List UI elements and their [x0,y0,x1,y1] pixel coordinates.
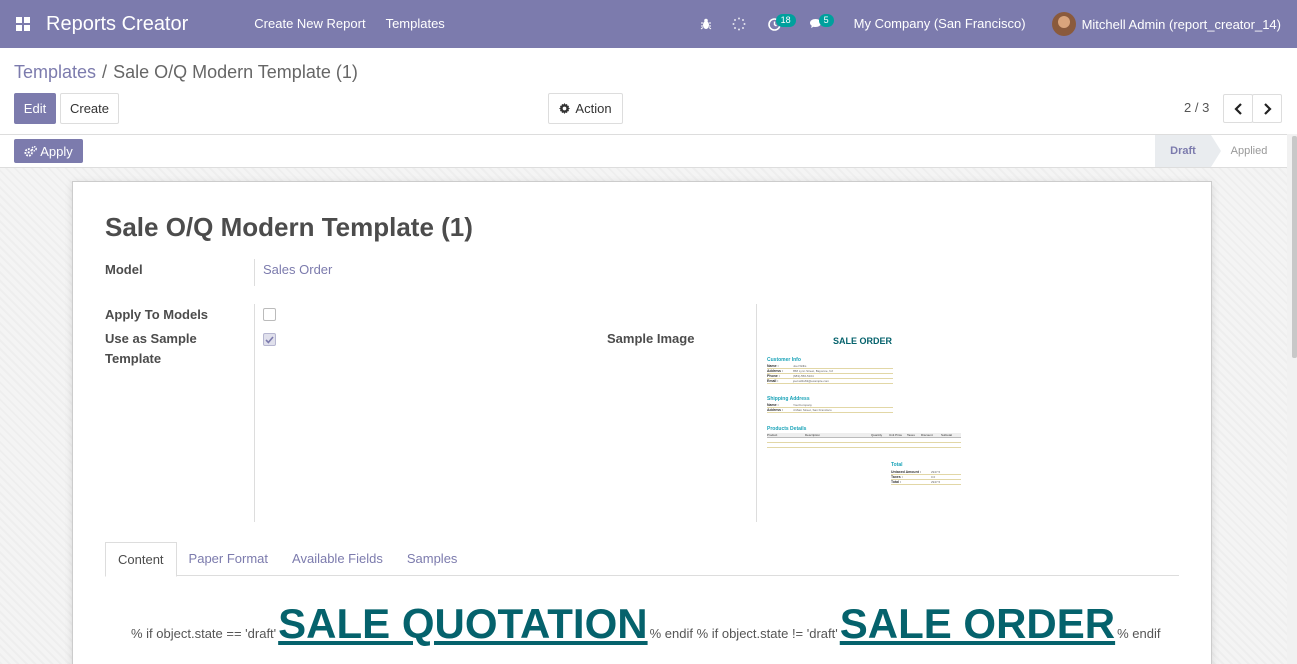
action-button[interactable]: Action [548,93,623,124]
model-label: Model [105,262,143,277]
breadcrumb-templates-link[interactable]: Templates [14,62,96,83]
sample-image[interactable]: SALE ORDER Customer Info Name : Joel Will… [765,332,965,492]
pager-next-button[interactable] [1252,94,1282,123]
row-value: 0.0 [931,475,936,479]
use-as-sample-template-label: Use as Sample Template [105,331,197,366]
sale-quotation-heading: SALE QUOTATION [278,600,648,647]
user-name: Mitchell Admin (report_creator_14) [1081,16,1281,32]
field-divider [254,259,255,286]
column-header: Discount [921,433,933,437]
company-switcher[interactable]: My Company (San Francisco) [842,0,1040,48]
template-code-text: % if object.state == 'draft' [131,626,277,641]
activity-count-badge: 18 [775,14,796,27]
column-header: Product [767,433,778,437]
row-key: Total : [891,480,902,484]
tab-content[interactable]: Content [105,542,177,577]
content-html-preview[interactable]: % if object.state == 'draft' SALE QUOTAT… [131,600,1160,648]
breadcrumb: Templates / Sale O/Q Modern Template (1) [14,62,358,83]
row-value: 2947.5 [931,470,941,474]
chevron-right-icon [1263,102,1272,115]
row-value: 4 Main Street, San Francisco [793,408,832,412]
column-header: Subtotal [941,433,953,437]
sample-totals: Total Untaxed Amount :2947.5 Taxes :0.0 … [891,462,961,485]
record-title: Sale O/Q Modern Template (1) [105,212,473,242]
breadcrumb-current: Sale O/Q Modern Template (1) [113,62,358,82]
apply-button-label: Apply [40,143,73,159]
menu-create-new-report[interactable]: Create New Report [244,0,375,48]
row-value: YourCompany [793,403,812,407]
gear-icon [559,103,571,114]
loading-spinner-icon [720,0,758,48]
row-key: Name : [767,364,779,368]
form-statusbar: Apply Draft Applied [0,135,1287,168]
user-menu[interactable]: Mitchell Admin (report_creator_14) [1040,12,1297,36]
message-count-badge: 5 [818,14,834,27]
apply-to-models-checkbox[interactable] [263,308,276,321]
debug-bug-icon[interactable] [692,0,720,48]
column-header: Unit Price [889,433,903,437]
sample-customer-heading: Customer Info [767,357,801,363]
row-key: Name : [767,403,779,407]
row-value: Joel Willis [793,364,807,368]
template-code-text: % endif % if object.state != 'draft' [649,626,838,641]
menu-templates[interactable]: Templates [376,0,455,48]
edit-button[interactable]: Edit [14,93,56,124]
row-value: joel.willis63@example.com [793,379,830,383]
apps-menu-icon[interactable] [0,0,46,48]
use-as-sample-template-checkbox[interactable] [263,333,276,346]
sample-totals-heading: Total [891,462,903,468]
apply-button[interactable]: Apply [14,139,83,163]
template-code-text: % endif [1117,626,1161,641]
chevron-left-icon [1233,102,1242,115]
row-key: Taxes : [891,475,903,479]
row-key: Untaxed Amount : [891,470,922,474]
column-header: Taxes [907,433,915,437]
sample-products-table: Product Description Quantity Unit Price … [767,433,961,448]
row-key: Address : [767,369,784,373]
row-key: Phone : [767,374,780,378]
avatar [1051,12,1076,36]
top-navbar: Reports Creator Create New Report Templa… [0,0,1297,48]
create-button[interactable]: Create [60,93,119,124]
row-key: Address : [767,408,784,412]
sample-shipping-row: Address : 4 Main Street, San Francisco [767,408,893,413]
row-value: 858 Lynn Street, Bayonne, NJ [793,369,833,373]
cogs-icon [24,145,38,157]
model-field-link[interactable]: Sales Order [263,262,332,277]
breadcrumb-separator: / [102,62,108,82]
form-sheet: Sale O/Q Modern Template (1) Model Sales… [72,181,1212,664]
column-header: Description [805,433,821,437]
sale-order-heading: SALE ORDER [839,600,1116,647]
systray: 18 5 My Company (San Francisco) Mitchell… [692,0,1297,48]
row-value: (683)-556-5104 [793,374,814,378]
status-draft[interactable]: Draft [1155,135,1221,167]
pager-value[interactable]: 2 / 3 [1184,100,1209,115]
sample-total-row: Total : 2947.5 [891,480,961,485]
main-menu: Create New Report Templates [244,0,455,48]
tab-available-fields[interactable]: Available Fields [280,542,395,576]
activity-clock-icon[interactable]: 18 [758,0,801,48]
app-title[interactable]: Reports Creator [46,13,188,36]
page-scrollbar-thumb[interactable] [1292,136,1297,358]
field-divider [756,304,757,522]
check-icon [265,335,274,344]
row-key: Email : [767,379,779,383]
sample-shipping-heading: Shipping Address [767,396,810,402]
column-header: Quantity [871,433,883,437]
sample-product-row [767,443,961,448]
sample-image-label: Sample Image [607,331,695,346]
sample-customer-row: Email : joel.willis63@example.com [767,379,893,384]
sample-products-heading: Products Details [767,426,807,432]
action-button-label: Action [575,101,612,116]
pager-previous-button[interactable] [1223,94,1253,123]
messages-chat-icon[interactable]: 5 [801,0,842,48]
tab-samples[interactable]: Samples [395,542,470,576]
row-value: 2947.5 [931,480,941,484]
tab-paper-format[interactable]: Paper Format [177,542,280,576]
notebook-tabs: Content Paper Format Available Fields Sa… [105,542,1179,577]
apply-to-models-label: Apply To Models [105,307,209,322]
sample-image-title: SALE ORDER [833,336,893,346]
status-applied[interactable]: Applied [1216,135,1282,167]
field-divider [254,304,255,522]
